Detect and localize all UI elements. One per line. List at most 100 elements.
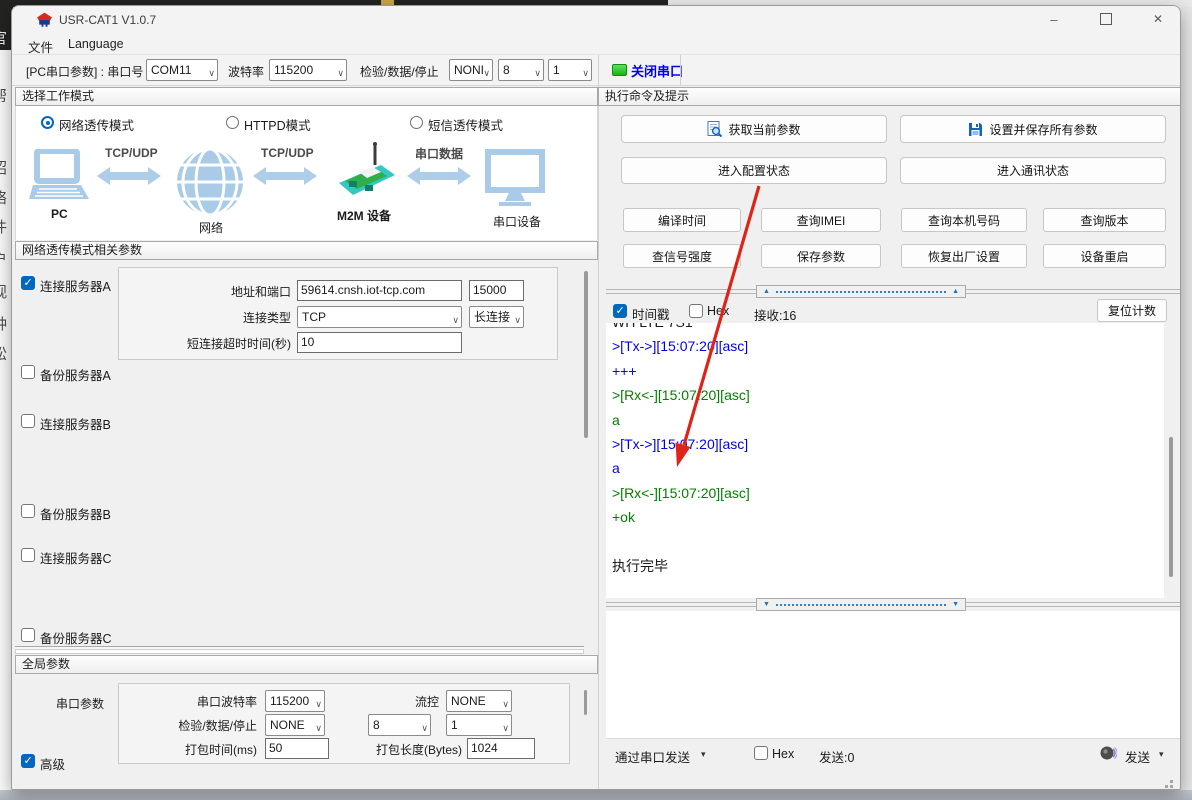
server-a-checkbox[interactable] xyxy=(21,276,35,290)
log-hex-checkbox[interactable] xyxy=(689,304,703,318)
send-via-caret-icon[interactable]: ▾ xyxy=(701,749,706,760)
minimize-button[interactable]: – xyxy=(1031,6,1077,32)
work-mode-panel-header: 选择工作模式 xyxy=(15,87,598,106)
maximize-button[interactable] xyxy=(1083,6,1129,32)
send-caret-icon[interactable]: ▾ xyxy=(1159,749,1164,760)
query-version-button[interactable]: 查询版本 xyxy=(1043,208,1166,232)
log-output-area[interactable]: WH LTE 7S1 >[Tx->][15:07:20][asc] +++ >[… xyxy=(606,323,1164,598)
compile-time-button[interactable]: 编译时间 xyxy=(623,208,741,232)
reset-count-label: 复位计数 xyxy=(1108,302,1156,319)
radio-net-passthrough[interactable] xyxy=(41,116,54,129)
left-lower-scrollbar-thumb[interactable] xyxy=(584,690,587,715)
timestamp-label[interactable]: 时间戳 xyxy=(632,304,670,323)
diagram-m2m-label: M2M 设备 xyxy=(337,207,391,224)
recv-count: 接收:16 xyxy=(754,305,796,324)
pack-time-label: 打包时间(ms) xyxy=(157,741,257,758)
doc-search-icon xyxy=(707,121,722,137)
resize-grip[interactable] xyxy=(1170,785,1173,788)
factory-reset-button[interactable]: 恢复出厂设置 xyxy=(901,244,1027,268)
server-c-label[interactable]: 连接服务器C xyxy=(40,548,112,567)
com-port-select[interactable]: COM11 xyxy=(146,59,218,81)
diagram-serial-dev-label: 串口设备 xyxy=(493,213,541,230)
query-version-label: 查询版本 xyxy=(1080,212,1128,229)
radio-httpd[interactable] xyxy=(226,116,239,129)
backup-server-a-checkbox[interactable] xyxy=(21,365,35,379)
splitter-up-icon: ▲ xyxy=(952,288,959,295)
log-line: >[Rx<-][15:07:20][asc] xyxy=(612,481,750,505)
log-line: a xyxy=(612,456,750,480)
reset-count-button[interactable]: 复位计数 xyxy=(1097,299,1167,322)
resize-grip[interactable] xyxy=(1170,780,1173,783)
conn-mode-select[interactable]: 长连接 xyxy=(469,306,524,328)
save-params-button[interactable]: 保存参数 xyxy=(761,244,881,268)
backup-server-a-label[interactable]: 备份服务器A xyxy=(40,365,111,384)
close-button[interactable]: ✕ xyxy=(1135,6,1181,32)
diagram-serial-data-label: 串口数据 xyxy=(415,145,463,162)
server-c-checkbox[interactable] xyxy=(21,548,35,562)
radio-net-passthrough-label[interactable]: 网络透传模式 xyxy=(59,115,134,134)
server-a-label[interactable]: 连接服务器A xyxy=(40,276,111,295)
resize-grip[interactable] xyxy=(1165,785,1168,788)
log-scrollbar-thumb[interactable] xyxy=(1169,437,1173,577)
radio-sms-passthrough[interactable] xyxy=(410,116,423,129)
server-b-label[interactable]: 连接服务器B xyxy=(40,414,111,433)
pack-time-input[interactable]: 50 xyxy=(265,738,329,759)
g-flow-select[interactable]: NONE xyxy=(446,690,512,712)
pack-len-input[interactable]: 1024 xyxy=(467,738,535,759)
stopbits-select[interactable]: 1 xyxy=(548,59,592,81)
g-parity-select[interactable]: NONE xyxy=(265,714,325,736)
signal-strength-label: 查信号强度 xyxy=(652,248,712,265)
factory-reset-label: 恢复出厂设置 xyxy=(928,248,1000,265)
close-port-button[interactable]: 关闭串口 xyxy=(631,61,683,80)
log-line: >[Tx->][15:07:20][asc] xyxy=(612,432,750,456)
send-via-dropdown[interactable]: 通过串口发送 xyxy=(615,747,690,766)
serial-device-monitor-icon xyxy=(485,149,545,209)
send-button[interactable]: 发送 xyxy=(1125,747,1150,766)
timestamp-checkbox[interactable] xyxy=(613,304,627,318)
g-stopbits-select[interactable]: 1 xyxy=(446,714,512,736)
log-splitter-handle[interactable]: ▲ ▲ xyxy=(756,285,966,298)
parity-select[interactable]: NONI xyxy=(449,59,493,81)
conn-type-select[interactable]: TCP xyxy=(297,306,462,328)
left-horizontal-scrollbar[interactable] xyxy=(15,646,584,654)
advanced-label[interactable]: 高级 xyxy=(40,754,65,773)
databits-select[interactable]: 8 xyxy=(498,59,544,81)
short-conn-timeout-input[interactable]: 10 xyxy=(297,332,462,353)
backup-server-c-checkbox[interactable] xyxy=(21,628,35,642)
query-number-button[interactable]: 查询本机号码 xyxy=(901,208,1027,232)
log-hex-label[interactable]: Hex xyxy=(707,304,729,318)
enter-config-label: 进入配置状态 xyxy=(718,162,790,179)
menu-language[interactable]: Language xyxy=(64,36,128,52)
menu-bar: 文件 Language xyxy=(12,33,1180,55)
save-all-params-button[interactable]: 设置并保存所有参数 xyxy=(900,115,1166,143)
log-line: +++ xyxy=(612,359,750,383)
baud-select[interactable]: 115200 xyxy=(269,59,347,81)
advanced-checkbox[interactable] xyxy=(21,754,35,768)
taskbar-edge xyxy=(0,790,1192,800)
server-a-port-input[interactable]: 15000 xyxy=(469,280,524,301)
server-a-address-input[interactable]: 59614.cnsh.iot-tcp.com xyxy=(297,280,462,301)
query-imei-button[interactable]: 查询IMEI xyxy=(761,208,881,232)
g-baud-select[interactable]: 115200 xyxy=(265,690,325,712)
get-params-button[interactable]: 获取当前参数 xyxy=(621,115,887,143)
g-flow-label: 流控 xyxy=(399,693,439,710)
title-bar[interactable]: USR-CAT1 V1.0.7 – ✕ xyxy=(12,6,1180,33)
backup-server-c-label[interactable]: 备份服务器C xyxy=(40,628,112,647)
send-hex-label[interactable]: Hex xyxy=(772,747,794,761)
left-vertical-scrollbar-thumb[interactable] xyxy=(584,271,588,438)
backup-server-b-checkbox[interactable] xyxy=(21,504,35,518)
send-splitter-handle[interactable]: ▼ ▼ xyxy=(756,598,966,611)
radio-httpd-label[interactable]: HTTPD模式 xyxy=(244,115,311,134)
send-hex-checkbox[interactable] xyxy=(754,746,768,760)
g-databits-select[interactable]: 8 xyxy=(368,714,431,736)
backup-server-b-label[interactable]: 备份服务器B xyxy=(40,504,111,523)
server-b-checkbox[interactable] xyxy=(21,414,35,428)
menu-file[interactable]: 文件 xyxy=(24,36,57,57)
radio-sms-passthrough-label[interactable]: 短信透传模式 xyxy=(428,115,503,134)
query-number-label: 查询本机号码 xyxy=(928,212,1000,229)
enter-config-button[interactable]: 进入配置状态 xyxy=(621,157,887,184)
device-restart-button[interactable]: 设备重启 xyxy=(1043,244,1166,268)
send-input-area[interactable] xyxy=(606,611,1181,738)
signal-strength-button[interactable]: 查信号强度 xyxy=(623,244,741,268)
enter-comm-button[interactable]: 进入通讯状态 xyxy=(900,157,1166,184)
